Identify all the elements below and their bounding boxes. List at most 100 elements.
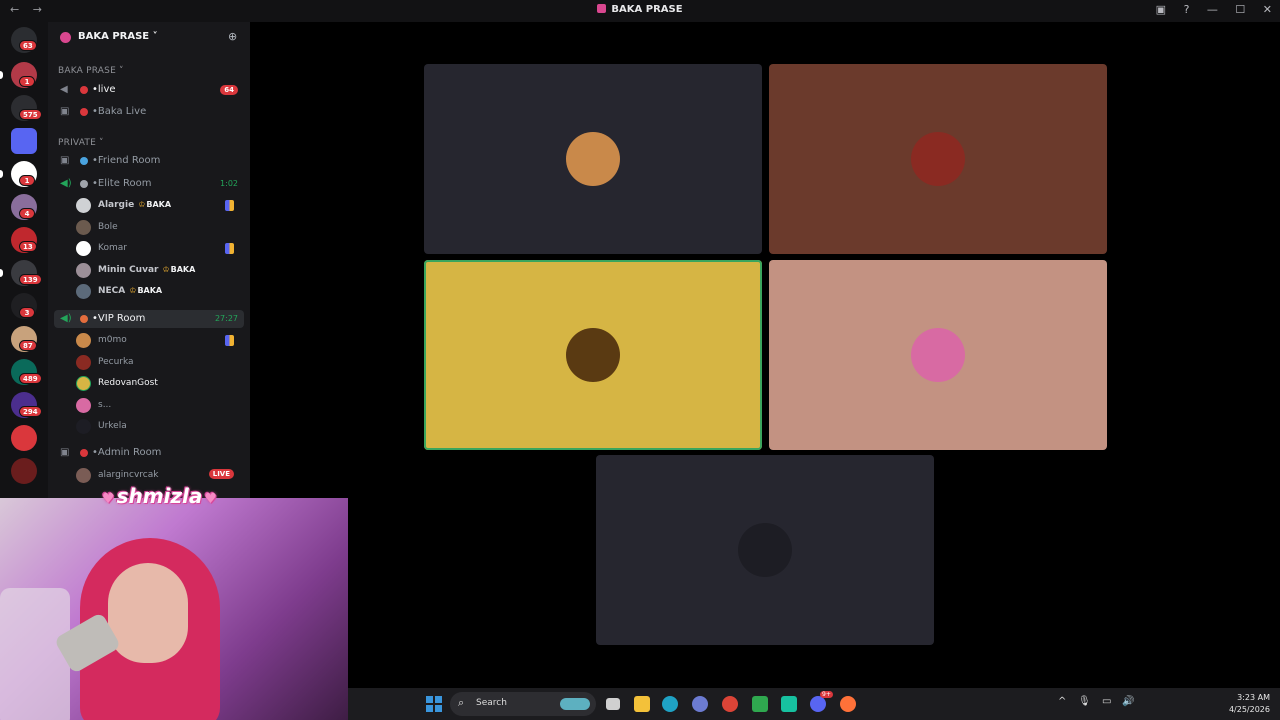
terminal-icon[interactable] xyxy=(752,696,768,712)
username: Minin CuvarBAKA xyxy=(98,265,195,275)
windows-start-icon[interactable] xyxy=(426,696,442,712)
close-button[interactable]: ✕ xyxy=(1263,3,1272,16)
channel-friend-room[interactable]: ▣ •Friend Room xyxy=(54,152,244,170)
server-badge: 4 xyxy=(19,208,35,219)
streamer-handle: ♥ shmizla ♥ xyxy=(100,484,219,508)
participant-tile-speaking[interactable] xyxy=(424,260,762,450)
server-icon[interactable] xyxy=(11,458,37,484)
task-view-icon[interactable] xyxy=(606,698,620,710)
tray-chevron-icon[interactable]: ^ xyxy=(1058,696,1066,707)
help-icon[interactable]: ? xyxy=(1184,3,1190,16)
clock-time: 3:23 AM xyxy=(1237,693,1270,702)
channel-name: •VIP Room xyxy=(92,313,146,324)
app-icon[interactable] xyxy=(692,696,708,712)
avatar xyxy=(76,419,91,434)
participant-tile[interactable] xyxy=(769,260,1107,450)
username: s... xyxy=(98,400,112,410)
taskbar-clock[interactable]: 3:23 AM 4/25/2026 xyxy=(1229,692,1270,716)
lock-icon: ▣ xyxy=(60,106,70,117)
channel-name: •Elite Room xyxy=(92,178,152,189)
category-private[interactable]: PRIVATE ˅ xyxy=(58,138,104,148)
voice-timer: 27:27 xyxy=(214,314,238,323)
username: NECABAKA xyxy=(98,286,162,296)
avatar xyxy=(76,263,91,278)
voice-user[interactable]: NECABAKA xyxy=(76,283,244,301)
server-badge: 3 xyxy=(19,307,35,318)
server-badge: 294 xyxy=(19,406,42,417)
home-badge: 63 xyxy=(19,40,37,51)
video-grid xyxy=(250,22,1280,688)
channel-live[interactable]: ◀ •live 64 xyxy=(54,81,244,99)
window-titlebar: ← → BAKA PRASE ▣ ? — ☐ ✕ xyxy=(0,0,1280,22)
channel-name: •Admin Room xyxy=(92,447,162,458)
server-icon xyxy=(60,32,71,43)
avatar xyxy=(76,284,91,299)
channel-admin-room[interactable]: ▣ •Admin Room xyxy=(54,444,244,462)
app-icon-2[interactable] xyxy=(781,696,797,712)
participant-tile[interactable] xyxy=(769,64,1107,254)
channel-name: •Baka Live xyxy=(92,106,147,117)
edge-icon[interactable] xyxy=(662,696,678,712)
search-highlight-icon xyxy=(560,698,590,710)
voice-user[interactable]: s... xyxy=(76,397,244,415)
server-icon[interactable] xyxy=(11,128,37,154)
microphone-icon[interactable]: 🎙 xyxy=(1078,696,1091,707)
server-list: 63 1 575 1 4 13 139 3 87 489 294 xyxy=(0,22,48,498)
face xyxy=(108,563,188,663)
voice-user[interactable]: RedovanGost xyxy=(76,375,244,393)
search-icon: ⌕ xyxy=(458,696,465,709)
voice-speaker-icon: ◀) xyxy=(60,178,72,189)
server-badge: 13 xyxy=(19,241,37,252)
no-entry-icon xyxy=(80,108,88,116)
no-entry-icon xyxy=(80,449,88,457)
inbox-icon[interactable]: ▣ xyxy=(1156,3,1166,16)
voice-user[interactable]: alargincvrcak LIVE xyxy=(76,467,244,485)
network-icon[interactable]: ▭ xyxy=(1102,696,1111,707)
avatar xyxy=(76,398,91,413)
avatar xyxy=(76,333,91,348)
discord-notification-badge: 9+ xyxy=(820,691,833,698)
voice-user[interactable]: m0mo xyxy=(76,332,244,350)
chrome-icon[interactable] xyxy=(722,696,738,712)
voice-user[interactable]: Minin CuvarBAKA xyxy=(76,262,244,280)
minimize-button[interactable]: — xyxy=(1207,3,1218,16)
voice-user[interactable]: Pecurka xyxy=(76,354,244,372)
participant-tile[interactable] xyxy=(596,455,934,645)
category-baka-prase[interactable]: BAKA PRASE ˅ xyxy=(58,66,124,76)
avatar xyxy=(76,198,91,213)
voice-user[interactable]: AlargieBAKA xyxy=(76,197,244,215)
add-member-icon[interactable]: ⊕ xyxy=(228,30,237,43)
participant-tile[interactable] xyxy=(424,64,762,254)
channel-baka-live[interactable]: ▣ •Baka Live xyxy=(54,103,244,121)
server-badge: 1 xyxy=(19,175,35,186)
channel-vip-room[interactable]: ◀) •VIP Room 27:27 xyxy=(54,310,244,328)
system-tray: ^ 🎙 ▭ 🔊 xyxy=(1050,693,1200,715)
role-tag: BAKA xyxy=(129,286,162,295)
channel-name: •Friend Room xyxy=(92,155,161,166)
server-icon[interactable] xyxy=(11,425,37,451)
lock-icon: ▣ xyxy=(60,155,70,166)
streaming-icon xyxy=(225,335,234,346)
heart-icon: ♥ xyxy=(204,491,217,507)
voice-user[interactable]: Komar xyxy=(76,240,244,258)
taskbar-search[interactable]: ⌕ Search xyxy=(450,692,596,716)
channel-elite-room[interactable]: ◀) •Elite Room 1:02 xyxy=(54,175,244,193)
volume-icon[interactable]: 🔊 xyxy=(1122,696,1134,707)
firefox-icon[interactable] xyxy=(840,696,856,712)
live-badge: LIVE xyxy=(208,469,234,479)
participant-avatar xyxy=(911,328,965,382)
search-label: Search xyxy=(476,698,507,708)
participant-avatar xyxy=(911,132,965,186)
streamer-webcam xyxy=(0,498,348,720)
role-tag: BAKA xyxy=(162,265,195,274)
discord-icon[interactable] xyxy=(810,696,826,712)
file-explorer-icon[interactable] xyxy=(634,696,650,712)
server-header[interactable]: BAKA PRASE ˅ ⊕ xyxy=(48,22,250,54)
server-badge: 489 xyxy=(19,373,42,384)
participant-avatar xyxy=(738,523,792,577)
participant-avatar xyxy=(566,328,620,382)
maximize-button[interactable]: ☐ xyxy=(1235,3,1245,16)
handle-text: shmizla xyxy=(116,484,203,508)
voice-user[interactable]: Bole xyxy=(76,219,244,237)
voice-user[interactable]: Urkela xyxy=(76,418,244,436)
